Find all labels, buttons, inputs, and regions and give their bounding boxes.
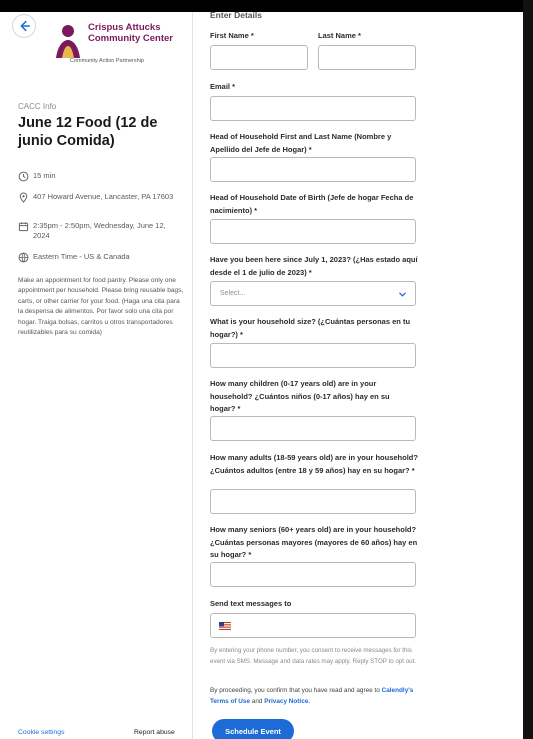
location-row: 407 Howard Avenue, Lancaster, PA 17603 xyxy=(18,192,178,203)
household-size-input[interactable] xyxy=(210,343,416,368)
hoh-dob-input[interactable] xyxy=(210,219,416,244)
adults-input[interactable] xyxy=(210,489,416,514)
terms-note: By proceeding, you confirm that you have… xyxy=(210,685,420,707)
adults-label: How many adults (18-59 years old) are in… xyxy=(210,453,418,475)
form-heading: Enter Details xyxy=(210,12,262,20)
datetime-row: 2:35pm - 2:50pm, Wednesday, June 12, 202… xyxy=(18,221,178,241)
organization-logo: Crispus Attucks Community Center Communi… xyxy=(40,18,190,68)
been-here-select[interactable]: Select... xyxy=(210,281,416,306)
datetime-text: 2:35pm - 2:50pm, Wednesday, June 12, 202… xyxy=(33,221,166,240)
globe-icon xyxy=(18,252,29,263)
seniors-input[interactable] xyxy=(210,562,416,587)
window-top-bar xyxy=(0,0,533,12)
location-text: 407 Howard Avenue, Lancaster, PA 17603 xyxy=(33,192,174,201)
hoh-dob-label: Head of Household Date of Birth (Jefe de… xyxy=(210,193,414,215)
email-label: Email * xyxy=(210,82,236,91)
organizer-name: CACC Info xyxy=(18,102,57,111)
cookie-settings-link[interactable]: Cookie settings xyxy=(18,729,64,736)
been-here-label: Have you been here since July 1, 2023? (… xyxy=(210,255,418,277)
hoh-name-input[interactable] xyxy=(210,157,416,182)
logo-mark-icon xyxy=(56,25,80,58)
details-form: Enter Details First Name * Last Name * E… xyxy=(204,12,424,739)
email-input[interactable] xyxy=(210,96,416,121)
sms-consent-note: By entering your phone number, you conse… xyxy=(210,647,417,665)
privacy-notice-link[interactable]: Privacy Notice. xyxy=(264,698,310,705)
back-button[interactable] xyxy=(12,14,36,38)
first-name-label: First Name * xyxy=(210,31,254,40)
timezone-text: Eastern Time - US & Canada xyxy=(33,252,130,261)
sms-label: Send text messages to xyxy=(210,599,292,608)
children-label: How many children (0-17 years old) are i… xyxy=(210,379,390,413)
arrow-left-icon xyxy=(20,20,31,32)
clock-icon xyxy=(18,171,29,182)
schedule-event-button[interactable]: Schedule Event xyxy=(212,719,294,739)
window-right-edge xyxy=(523,0,533,739)
been-here-placeholder: Select... xyxy=(220,290,246,297)
event-info-panel: Crispus Attucks Community Center Communi… xyxy=(6,12,193,739)
duration-text: 15 min xyxy=(33,171,56,180)
timezone-row: Eastern Time - US & Canada xyxy=(18,252,130,263)
hoh-name-label: Head of Household First and Last Name (N… xyxy=(210,132,392,154)
map-pin-icon xyxy=(18,192,29,203)
last-name-label: Last Name * xyxy=(318,31,361,40)
last-name-input[interactable] xyxy=(318,45,416,70)
report-abuse-link[interactable]: Report abuse xyxy=(134,729,175,736)
logo-tagline: Community Action Partnership xyxy=(70,58,144,64)
seniors-label: How many seniors (60+ years old) are in … xyxy=(210,525,418,559)
household-size-label: What is your household size? (¿Cuántas p… xyxy=(210,317,411,339)
event-description: Make an appointment for food pantry. Ple… xyxy=(18,277,184,337)
chevron-down-icon xyxy=(399,292,406,297)
terms-prefix: By proceeding, you confirm that you have… xyxy=(210,687,380,694)
event-title: June 12 Food (12 de junio Comida) xyxy=(18,115,158,149)
calendar-icon xyxy=(18,221,29,232)
children-input[interactable] xyxy=(210,416,416,441)
duration-row: 15 min xyxy=(18,171,56,182)
us-flag-icon[interactable] xyxy=(219,622,231,630)
terms-and: and xyxy=(251,698,263,705)
first-name-input[interactable] xyxy=(210,45,308,70)
phone-input[interactable] xyxy=(210,613,416,638)
logo-title: Crispus Attucks Community Center xyxy=(88,22,173,44)
booking-page: Crispus Attucks Community Center Communi… xyxy=(6,12,522,739)
